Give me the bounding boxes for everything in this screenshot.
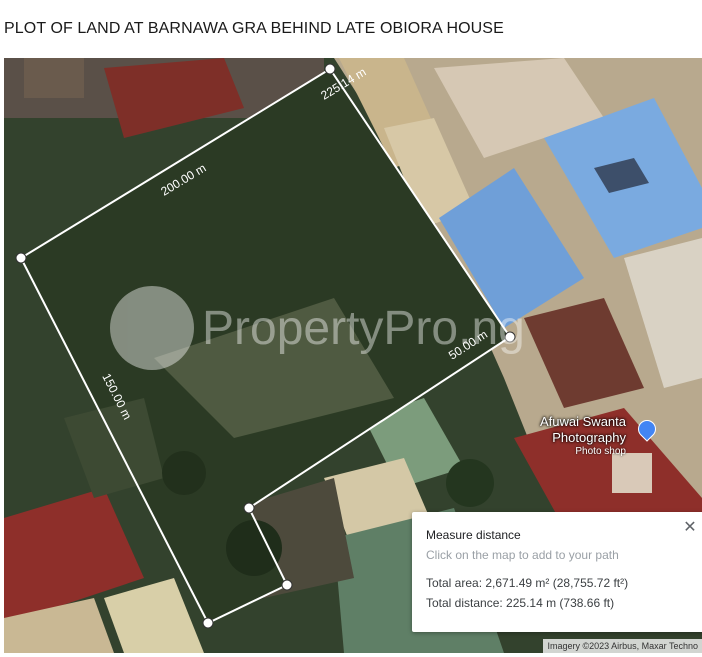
measure-point[interactable] <box>243 502 255 514</box>
total-area: Total area: 2,671.49 m² (28,755.72 ft²) <box>426 576 629 590</box>
measure-point[interactable] <box>202 617 214 629</box>
poi-label[interactable]: Afuwai Swanta Photography Photo shop <box>540 414 626 457</box>
poi-type: Photo shop <box>575 446 626 457</box>
card-title: Measure distance <box>426 528 521 542</box>
poi-name-line2: Photography <box>552 430 626 445</box>
satellite-map[interactable]: 225.14 m 200.00 m 50.00 m 150.00 m Prope… <box>4 58 702 653</box>
card-subtitle: Click on the map to add to your path <box>426 548 619 562</box>
measure-point[interactable] <box>504 331 516 343</box>
page-title: PLOT OF LAND AT BARNAWA GRA BEHIND LATE … <box>4 20 504 37</box>
total-distance: Total distance: 225.14 m (738.66 ft) <box>426 596 615 610</box>
measure-point[interactable] <box>15 252 27 264</box>
close-icon[interactable]: ✕ <box>680 518 700 538</box>
map-attribution: Imagery ©2023 Airbus, Maxar Techno <box>543 639 702 653</box>
measure-point[interactable] <box>324 63 336 75</box>
measure-distance-card: Measure distance Click on the map to add… <box>412 512 702 632</box>
poi-name-line1: Afuwai Swanta <box>540 414 626 429</box>
measure-point[interactable] <box>281 579 293 591</box>
